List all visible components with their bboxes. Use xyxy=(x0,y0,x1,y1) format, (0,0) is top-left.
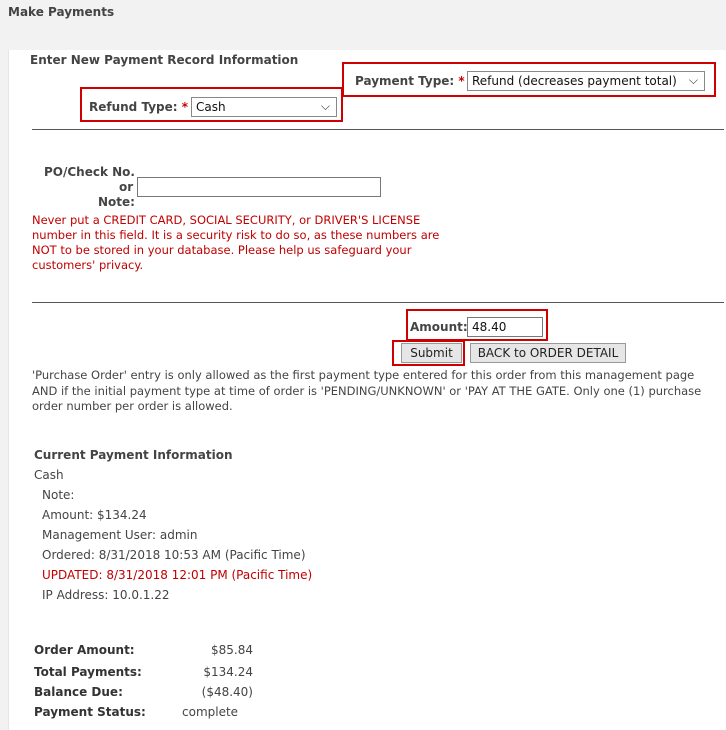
required-marker: * xyxy=(181,100,189,114)
chevron-down-icon: ⌵ xyxy=(688,73,698,87)
purchase-order-note: 'Purchase Order' entry is only allowed a… xyxy=(32,368,702,413)
payment-method: Cash xyxy=(34,468,64,482)
total-payments-value: $134.24 xyxy=(203,665,253,679)
payment-note: Note: xyxy=(42,488,75,502)
divider xyxy=(32,302,724,303)
amount-input[interactable]: 48.40 xyxy=(467,317,543,337)
submit-button[interactable]: Submit xyxy=(401,343,462,363)
payment-type-select[interactable]: Refund (decreases payment total) ⌵ xyxy=(467,71,705,91)
current-payment-title: Current Payment Information xyxy=(34,448,233,462)
amount-label: Amount: xyxy=(410,320,468,334)
order-amount-label: Order Amount: xyxy=(34,643,135,657)
section-title: Enter New Payment Record Information xyxy=(30,53,299,67)
po-check-label-line3: Note: xyxy=(98,195,135,209)
updated-timestamp: UPDATED: 8/31/2018 12:01 PM (Pacific Tim… xyxy=(42,568,313,582)
payment-status-label: Payment Status: xyxy=(34,705,146,719)
po-check-label-line1: PO/Check No. xyxy=(44,165,135,179)
refund-type-value: Cash xyxy=(196,100,226,114)
divider xyxy=(32,129,724,130)
payment-type-value: Refund (decreases payment total) xyxy=(472,74,677,88)
chevron-down-icon: ⌵ xyxy=(320,99,330,113)
ip-address: IP Address: 10.0.1.22 xyxy=(42,588,170,602)
refund-type-select[interactable]: Cash ⌵ xyxy=(191,97,337,117)
refund-type-label: Refund Type: * xyxy=(89,100,189,114)
back-to-order-detail-button[interactable]: BACK to ORDER DETAIL xyxy=(470,343,626,363)
security-warning: Never put a CREDIT CARD, SOCIAL SECURITY… xyxy=(32,213,440,272)
po-check-input[interactable] xyxy=(137,177,381,197)
page-title: Make Payments xyxy=(8,5,115,19)
po-check-label-line2: or xyxy=(119,180,134,194)
balance-due-label: Balance Due: xyxy=(34,685,123,699)
management-user: Management User: admin xyxy=(42,528,198,542)
balance-due-value: ($48.40) xyxy=(201,685,253,699)
ordered-timestamp: Ordered: 8/31/2018 10:53 AM (Pacific Tim… xyxy=(42,548,306,562)
payment-status-value: complete xyxy=(182,705,239,719)
payment-amount: Amount: $134.24 xyxy=(42,508,147,522)
total-payments-label: Total Payments: xyxy=(34,665,142,679)
payment-type-label: Payment Type: * xyxy=(355,74,465,88)
required-marker: * xyxy=(458,74,465,88)
order-amount-value: $85.84 xyxy=(211,643,253,657)
